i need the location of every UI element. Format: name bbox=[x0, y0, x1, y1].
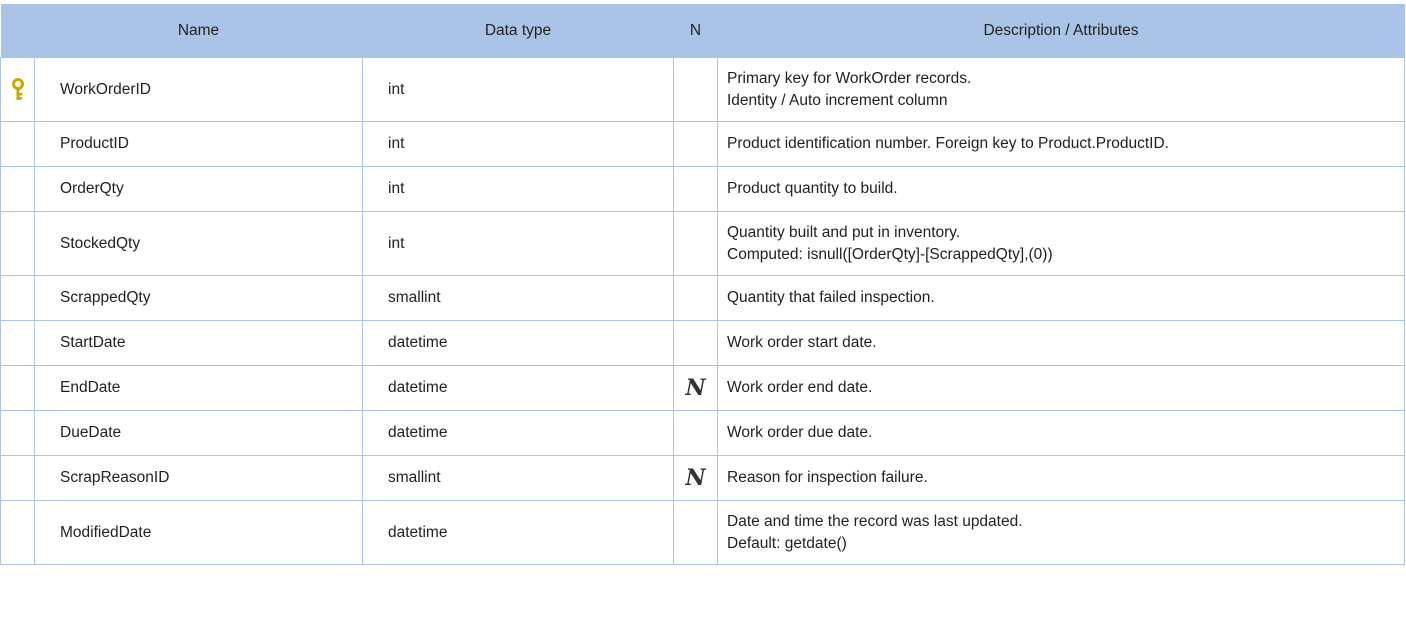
header-description: Description / Attributes bbox=[717, 4, 1405, 58]
table-row[interactable]: DueDate datetime Work order due date. bbox=[0, 410, 1405, 456]
key-cell bbox=[0, 275, 35, 321]
table-row[interactable]: StartDate datetime Work order start date. bbox=[0, 320, 1405, 366]
column-description: Primary key for WorkOrder records. Identi… bbox=[717, 57, 1405, 122]
key-cell bbox=[0, 455, 35, 501]
table-row[interactable]: ScrapReasonID smallint N Reason for inspect… bbox=[0, 455, 1405, 501]
description-text: Work order end date. bbox=[727, 379, 873, 396]
key-cell bbox=[0, 500, 35, 565]
column-data-type: int bbox=[362, 166, 674, 212]
column-data-type: int bbox=[362, 57, 674, 122]
table-row[interactable]: StockedQty int Quantity built and put in i… bbox=[0, 211, 1405, 276]
key-cell bbox=[0, 365, 35, 411]
nullable-cell: N bbox=[673, 365, 718, 411]
table-row[interactable]: ScrappedQty smallint Quantity that failed … bbox=[0, 275, 1405, 321]
column-data-type: smallint bbox=[362, 455, 674, 501]
column-data-type: int bbox=[362, 211, 674, 276]
attribute-text: Default: getdate() bbox=[727, 534, 847, 552]
column-data-type: datetime bbox=[362, 365, 674, 411]
column-description: Work order end date. bbox=[717, 365, 1405, 411]
description-text: Quantity that failed inspection. bbox=[727, 289, 935, 306]
column-data-type: smallint bbox=[362, 275, 674, 321]
description-text: Reason for inspection failure. bbox=[727, 469, 928, 486]
nullable-cell bbox=[673, 500, 718, 565]
nullable-cell bbox=[673, 410, 718, 456]
table-body: WorkOrderID int Primary key for WorkOrder … bbox=[0, 57, 1405, 565]
table-row[interactable]: EndDate datetime N Work order end date. bbox=[0, 365, 1405, 411]
nullable-mark: N bbox=[685, 465, 706, 491]
description-text: Primary key for WorkOrder records. bbox=[727, 69, 972, 87]
key-cell bbox=[0, 410, 35, 456]
column-data-type: datetime bbox=[362, 500, 674, 565]
table-row[interactable]: WorkOrderID int Primary key for WorkOrder … bbox=[0, 57, 1405, 122]
primary-key-icon bbox=[11, 77, 24, 100]
column-name: WorkOrderID bbox=[34, 57, 363, 122]
column-description: Reason for inspection failure. bbox=[717, 455, 1405, 501]
column-name: StartDate bbox=[34, 320, 363, 366]
table-row[interactable]: ProductID int Product identification numbe… bbox=[0, 121, 1405, 167]
header-nullable: N bbox=[673, 4, 718, 58]
description-text: Work order due date. bbox=[727, 424, 873, 441]
description-text: Product identification number. Foreign k… bbox=[727, 135, 1169, 152]
column-description: Quantity built and put in inventory. Comp… bbox=[717, 211, 1405, 276]
column-name: StockedQty bbox=[34, 211, 363, 276]
column-data-type: datetime bbox=[362, 320, 674, 366]
attribute-text: Computed: isnull([OrderQty]-[ScrappedQty… bbox=[727, 245, 1053, 263]
nullable-cell bbox=[673, 275, 718, 321]
column-name: ScrappedQty bbox=[34, 275, 363, 321]
nullable-cell bbox=[673, 211, 718, 276]
column-description: Date and time the record was last update… bbox=[717, 500, 1405, 565]
header-name: Name bbox=[34, 4, 363, 58]
description-text: Work order start date. bbox=[727, 334, 877, 351]
table-row[interactable]: OrderQty int Product quantity to build. bbox=[0, 166, 1405, 212]
table-header: Name Data type N Description / Attribute… bbox=[0, 4, 1405, 58]
nullable-cell bbox=[673, 320, 718, 366]
column-name: OrderQty bbox=[34, 166, 363, 212]
key-cell bbox=[0, 57, 35, 122]
key-cell bbox=[0, 166, 35, 212]
key-cell bbox=[0, 211, 35, 276]
attribute-text: Identity / Auto increment column bbox=[727, 91, 948, 109]
nullable-mark: N bbox=[685, 375, 706, 401]
column-description: Quantity that failed inspection. bbox=[717, 275, 1405, 321]
column-description: Product identification number. Foreign k… bbox=[717, 121, 1405, 167]
column-name: DueDate bbox=[34, 410, 363, 456]
nullable-cell bbox=[673, 121, 718, 167]
column-name: ScrapReasonID bbox=[34, 455, 363, 501]
column-description: Work order start date. bbox=[717, 320, 1405, 366]
nullable-cell bbox=[673, 166, 718, 212]
table-row[interactable]: ModifiedDate datetime Date and time the re… bbox=[0, 500, 1405, 565]
column-description: Work order due date. bbox=[717, 410, 1405, 456]
header-data-type: Data type bbox=[362, 4, 674, 58]
column-data-type: datetime bbox=[362, 410, 674, 456]
columns-table: Name Data type N Description / Attribute… bbox=[0, 4, 1405, 565]
column-name: ProductID bbox=[34, 121, 363, 167]
column-name: ModifiedDate bbox=[34, 500, 363, 565]
key-cell bbox=[0, 121, 35, 167]
header-key bbox=[0, 4, 35, 58]
column-name: EndDate bbox=[34, 365, 363, 411]
nullable-cell bbox=[673, 57, 718, 122]
column-data-type: int bbox=[362, 121, 674, 167]
column-description: Product quantity to build. bbox=[717, 166, 1405, 212]
description-text: Product quantity to build. bbox=[727, 180, 898, 197]
nullable-cell: N bbox=[673, 455, 718, 501]
key-cell bbox=[0, 320, 35, 366]
description-text: Date and time the record was last update… bbox=[727, 512, 1023, 530]
description-text: Quantity built and put in inventory. bbox=[727, 223, 961, 241]
